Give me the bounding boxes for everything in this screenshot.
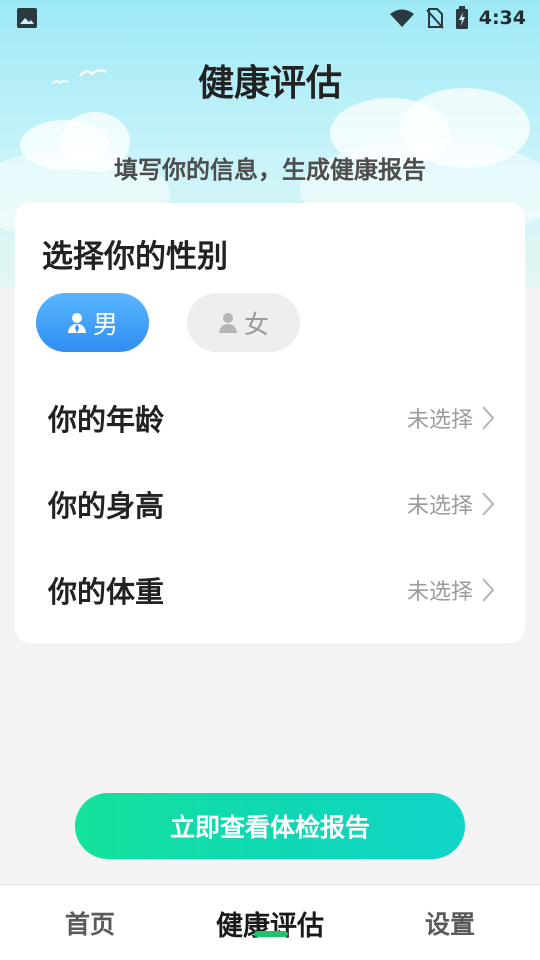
tab-settings[interactable]: 设置 [390,885,510,960]
age-value: 未选择 [406,408,473,433]
gender-male-label: 男 [92,309,118,339]
tab-assessment[interactable]: 健康评估 [200,885,340,960]
chevron-right-icon [482,578,495,602]
age-label: 你的年龄 [48,403,165,437]
wifi-icon [389,9,414,27]
gender-female-label: 女 [243,309,269,339]
page-subtitle: 填写你的信息，生成健康报告 [114,156,426,184]
view-report-button[interactable]: 立即查看体检报告 [75,793,465,859]
height-value: 未选择 [406,494,473,519]
bottom-tab-bar: 首页 健康评估 设置 [0,884,540,960]
info-card: 选择你的性别 男 女 你的年龄 未选择 你的身高 未选择 你的体重 未选择 [15,203,525,643]
weight-row[interactable]: 你的体重 未选择 [15,560,525,620]
gender-section-title: 选择你的性别 [42,239,228,275]
height-label: 你的身高 [48,489,165,523]
male-user-icon [67,312,86,333]
chevron-right-icon [482,492,495,516]
tab-home[interactable]: 首页 [30,885,150,960]
weight-value: 未选择 [406,580,473,605]
height-row[interactable]: 你的身高 未选择 [15,474,525,534]
female-user-icon [218,312,237,333]
status-time: 4:34 [478,7,526,29]
weight-label: 你的体重 [48,575,165,609]
page-title: 健康评估 [197,63,342,104]
chevron-right-icon [482,406,495,430]
status-bar: 4:34 [0,0,540,36]
image-icon [17,8,37,28]
battery-charging-icon [455,6,468,29]
gender-male-button[interactable]: 男 [36,293,149,352]
active-tab-indicator [254,931,288,937]
gender-female-button[interactable]: 女 [187,293,300,352]
no-sim-icon [425,8,444,29]
age-row[interactable]: 你的年龄 未选择 [15,388,525,448]
